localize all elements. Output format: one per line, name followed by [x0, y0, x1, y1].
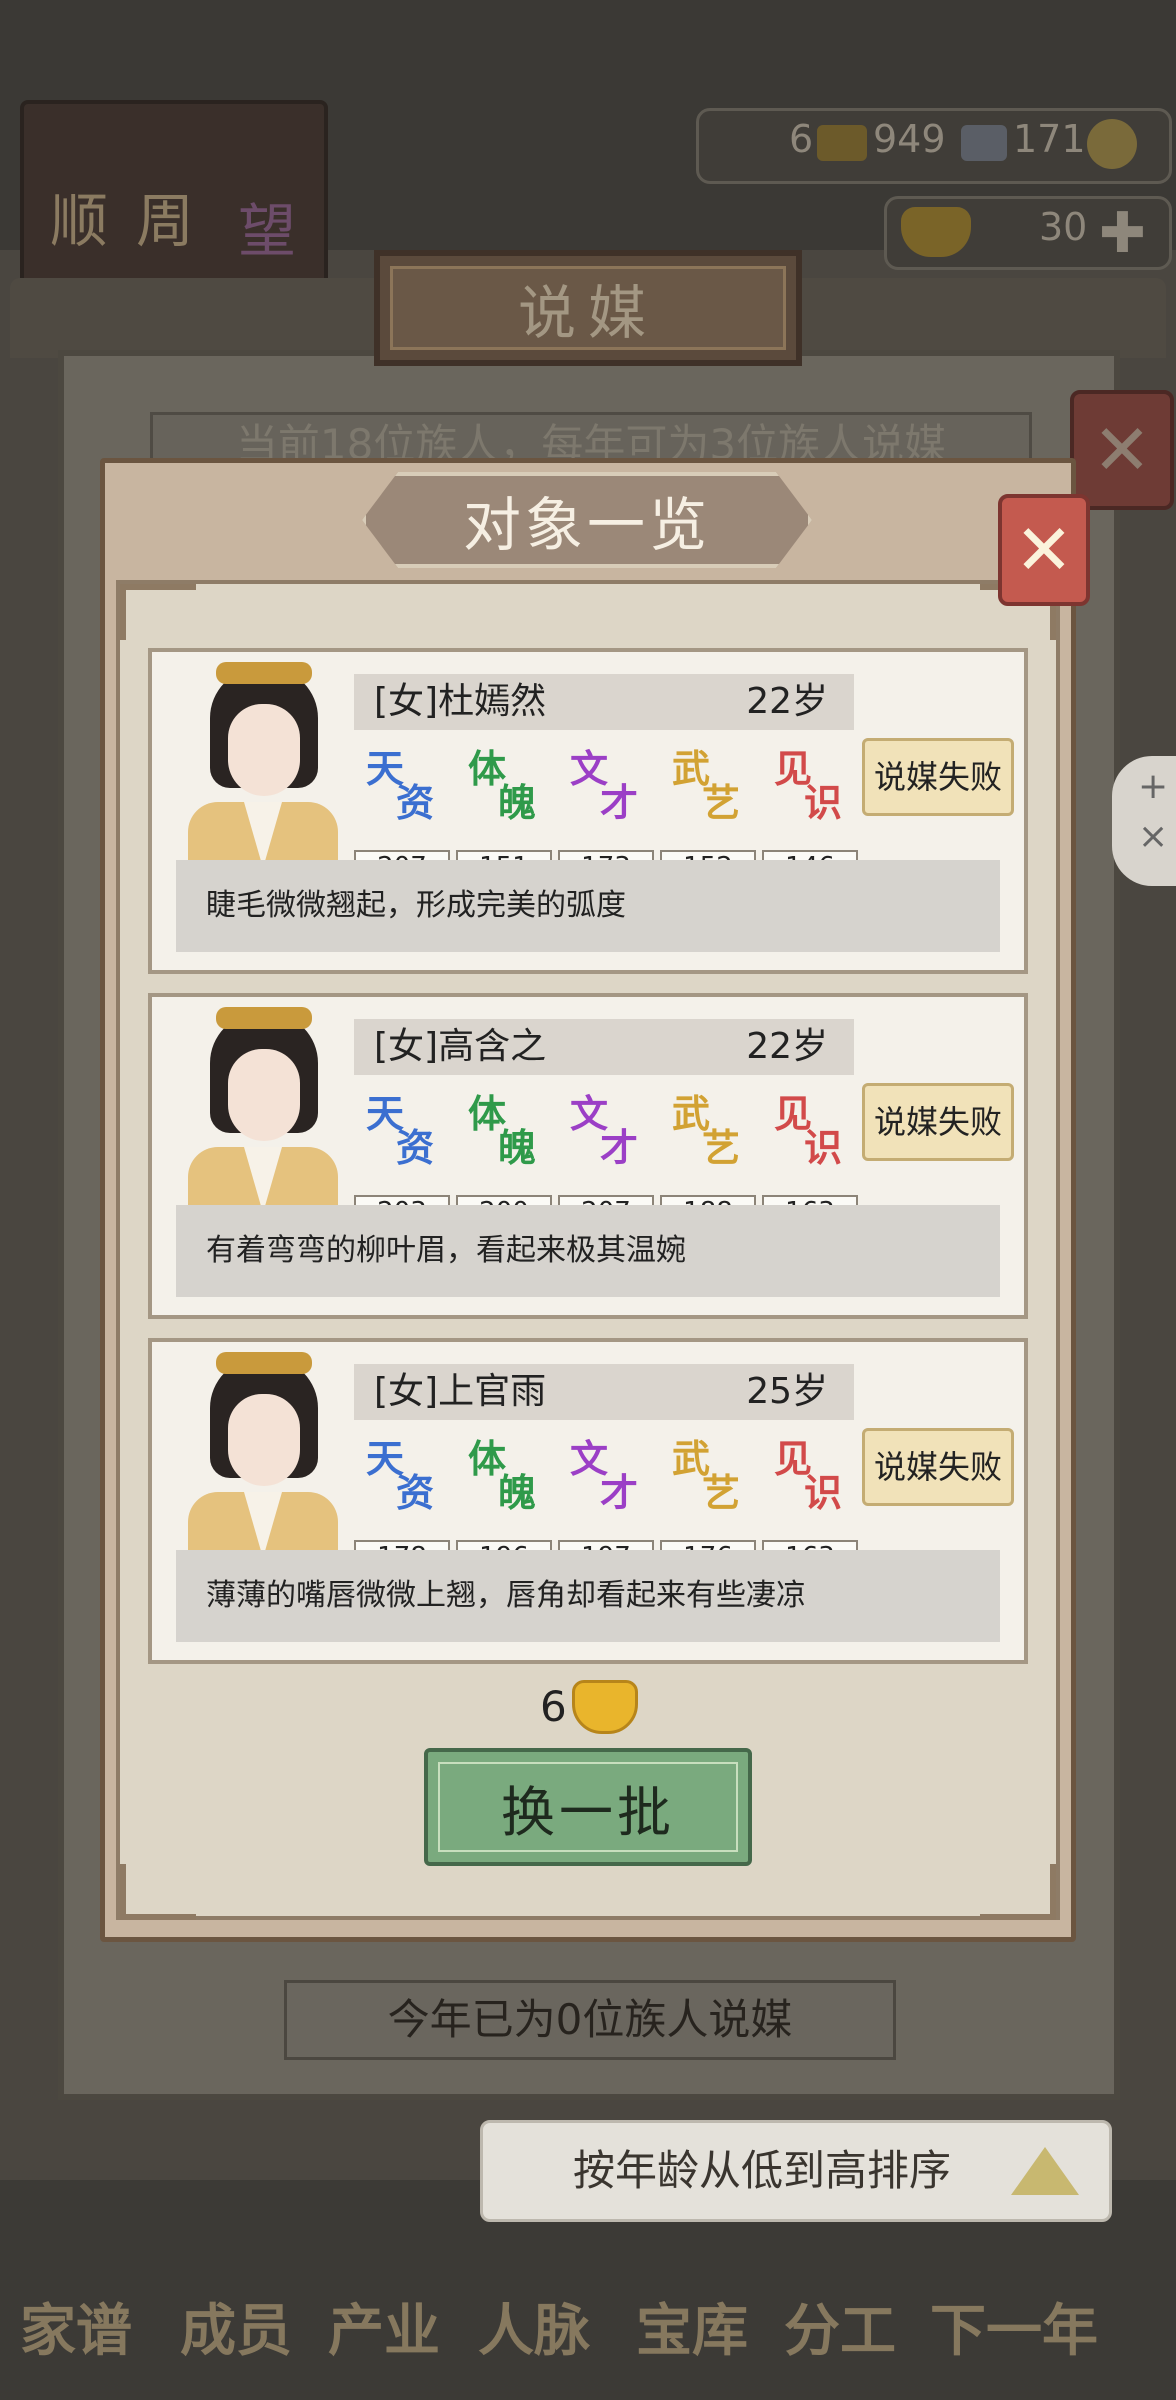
dialog-title-plate: 对象一览	[362, 472, 812, 568]
yuanbao-icon	[901, 207, 971, 257]
portrait	[188, 1352, 338, 1558]
candidate-description: 薄薄的嘴唇微微上翘，唇角却看起来有些凄凉	[206, 1578, 806, 1613]
candidate-age: 25岁	[746, 1371, 828, 1412]
nav-industry[interactable]: 产业	[328, 2286, 440, 2367]
refresh-label: 换一批	[501, 1780, 675, 1844]
book-tab-3: 望	[238, 197, 297, 265]
corner-ornament	[120, 1864, 196, 1920]
outer-title: 说媒	[517, 279, 658, 347]
close-button[interactable]: ✕	[998, 494, 1090, 606]
stat-block: 体 魄 200	[456, 1083, 552, 1229]
stat-label-char: 艺	[702, 1470, 741, 1515]
nav-treasury[interactable]: 宝库	[636, 2286, 748, 2367]
stat-block: 武 艺 152	[660, 738, 756, 884]
stat-label-char: 才	[600, 1470, 639, 1515]
candidate-card: [女]杜嫣然 22岁 天 资 207 体 魄 151 文 才 173 武 艺 1…	[148, 648, 1028, 974]
side-zoom-control[interactable]: + ×	[1112, 756, 1176, 886]
stat-block: 文 才 173	[558, 738, 654, 884]
stat-label-char: 识	[804, 1470, 843, 1515]
candidate-name: [女]上官雨	[374, 1371, 547, 1412]
outer-title-plate: 说媒	[374, 250, 802, 366]
stat-block: 文 才 197	[558, 1428, 654, 1574]
triangle-up-icon	[1011, 2147, 1079, 2195]
description-box: 薄薄的嘴唇微微上翘，唇角却看起来有些凄凉	[176, 1550, 1000, 1642]
candidate-name: [女]高含之	[374, 1026, 547, 1067]
refresh-button[interactable]: 换一批	[424, 1748, 752, 1866]
candidate-card: [女]高含之 22岁 天 资 203 体 魄 200 文 才 207 武 艺 1…	[148, 993, 1028, 1319]
stat-block: 武 艺 188	[660, 1083, 756, 1229]
candidate-age: 22岁	[746, 1026, 828, 1067]
plus-icon: +	[1138, 766, 1169, 807]
candidate-name: [女]杜嫣然	[374, 681, 547, 722]
name-bar: [女]杜嫣然 22岁	[354, 674, 854, 730]
close-icon: ✕	[1092, 409, 1152, 491]
ticket-icon	[961, 125, 1007, 161]
stat-block: 天 资 178	[354, 1428, 450, 1574]
stat-label-char: 识	[804, 780, 843, 825]
corner-ornament	[980, 1864, 1056, 1920]
name-bar: [女]高含之 22岁	[354, 1019, 854, 1075]
stat-block: 见 识 163	[762, 1083, 858, 1229]
name-bar: [女]上官雨 25岁	[354, 1364, 854, 1420]
sort-button[interactable]: 按年龄从低到高排序	[480, 2120, 1112, 2222]
book-tab-1: 顺	[50, 187, 109, 255]
outer-close-button[interactable]: ✕	[1070, 390, 1174, 510]
stat-label-char: 艺	[702, 1125, 741, 1170]
nav-members[interactable]: 成员	[180, 2286, 292, 2367]
yuanbao-bar: 30 ✚	[884, 196, 1172, 270]
currency-bar: 6 949 171	[696, 108, 1172, 184]
matchmaking-failed-button[interactable]: 说媒失败	[862, 738, 1014, 816]
stat-block: 武 艺 176	[660, 1428, 756, 1574]
yuanbao-count: 30	[1039, 205, 1088, 249]
sort-label: 按年龄从低到高排序	[573, 2146, 952, 2195]
dialog-title: 对象一览	[462, 491, 711, 559]
portrait	[188, 1007, 338, 1213]
stat-block: 见 识 163	[762, 1428, 858, 1574]
stat-block: 体 魄 196	[456, 1428, 552, 1574]
stat-block: 体 魄 151	[456, 738, 552, 884]
portrait	[188, 662, 338, 868]
stat-block: 天 资 203	[354, 1083, 450, 1229]
today-matchmaking-count: 今年已为0位族人说媒	[284, 1980, 896, 2060]
nav-connections[interactable]: 人脉	[478, 2286, 590, 2367]
candidate-description: 睫毛微微翘起，形成完美的弧度	[206, 888, 626, 923]
stat-label-char: 才	[600, 1125, 639, 1170]
stat-label-char: 艺	[702, 780, 741, 825]
times-icon: ×	[1138, 816, 1169, 857]
silver-count: 949	[873, 117, 946, 161]
stat-label-char: 魄	[498, 1125, 537, 1170]
stat-label-char: 识	[804, 1125, 843, 1170]
description-box: 有着弯弯的柳叶眉，看起来极其温婉	[176, 1205, 1000, 1297]
candidate-card: [女]上官雨 25岁 天 资 178 体 魄 196 文 才 197 武 艺 1…	[148, 1338, 1028, 1664]
nav-genealogy[interactable]: 家谱	[20, 2286, 132, 2367]
stat-label-char: 魄	[498, 1470, 537, 1515]
add-icon[interactable]: ✚	[1099, 201, 1146, 266]
nav-next-year[interactable]: 下一年	[930, 2286, 1098, 2367]
stat-label-char: 资	[396, 780, 435, 825]
refresh-cost: 6	[540, 1682, 567, 1731]
stat-label-char: 魄	[498, 780, 537, 825]
candidate-age: 22岁	[746, 681, 828, 722]
stat-label-char: 才	[600, 780, 639, 825]
nav-assignment[interactable]: 分工	[784, 2286, 896, 2367]
stat-block: 天 资 207	[354, 738, 450, 884]
stat-label-char: 资	[396, 1470, 435, 1515]
stat-block: 文 才 207	[558, 1083, 654, 1229]
matchmaking-failed-button[interactable]: 说媒失败	[862, 1428, 1014, 1506]
gold-bar-count: 6	[789, 117, 814, 161]
book-tab-2: 周	[136, 187, 195, 255]
coin-icon	[1087, 119, 1137, 169]
matchmaking-failed-button[interactable]: 说媒失败	[862, 1083, 1014, 1161]
gold-bar-icon	[817, 125, 867, 161]
candidate-description: 有着弯弯的柳叶眉，看起来极其温婉	[206, 1233, 686, 1268]
stat-label-char: 资	[396, 1125, 435, 1170]
stat-block: 见 识 146	[762, 738, 858, 884]
yuanbao-icon	[572, 1680, 638, 1734]
ticket-count: 171	[1013, 117, 1086, 161]
description-box: 睫毛微微翘起，形成完美的弧度	[176, 860, 1000, 952]
corner-ornament	[120, 584, 196, 640]
close-icon: ✕	[1014, 509, 1074, 591]
